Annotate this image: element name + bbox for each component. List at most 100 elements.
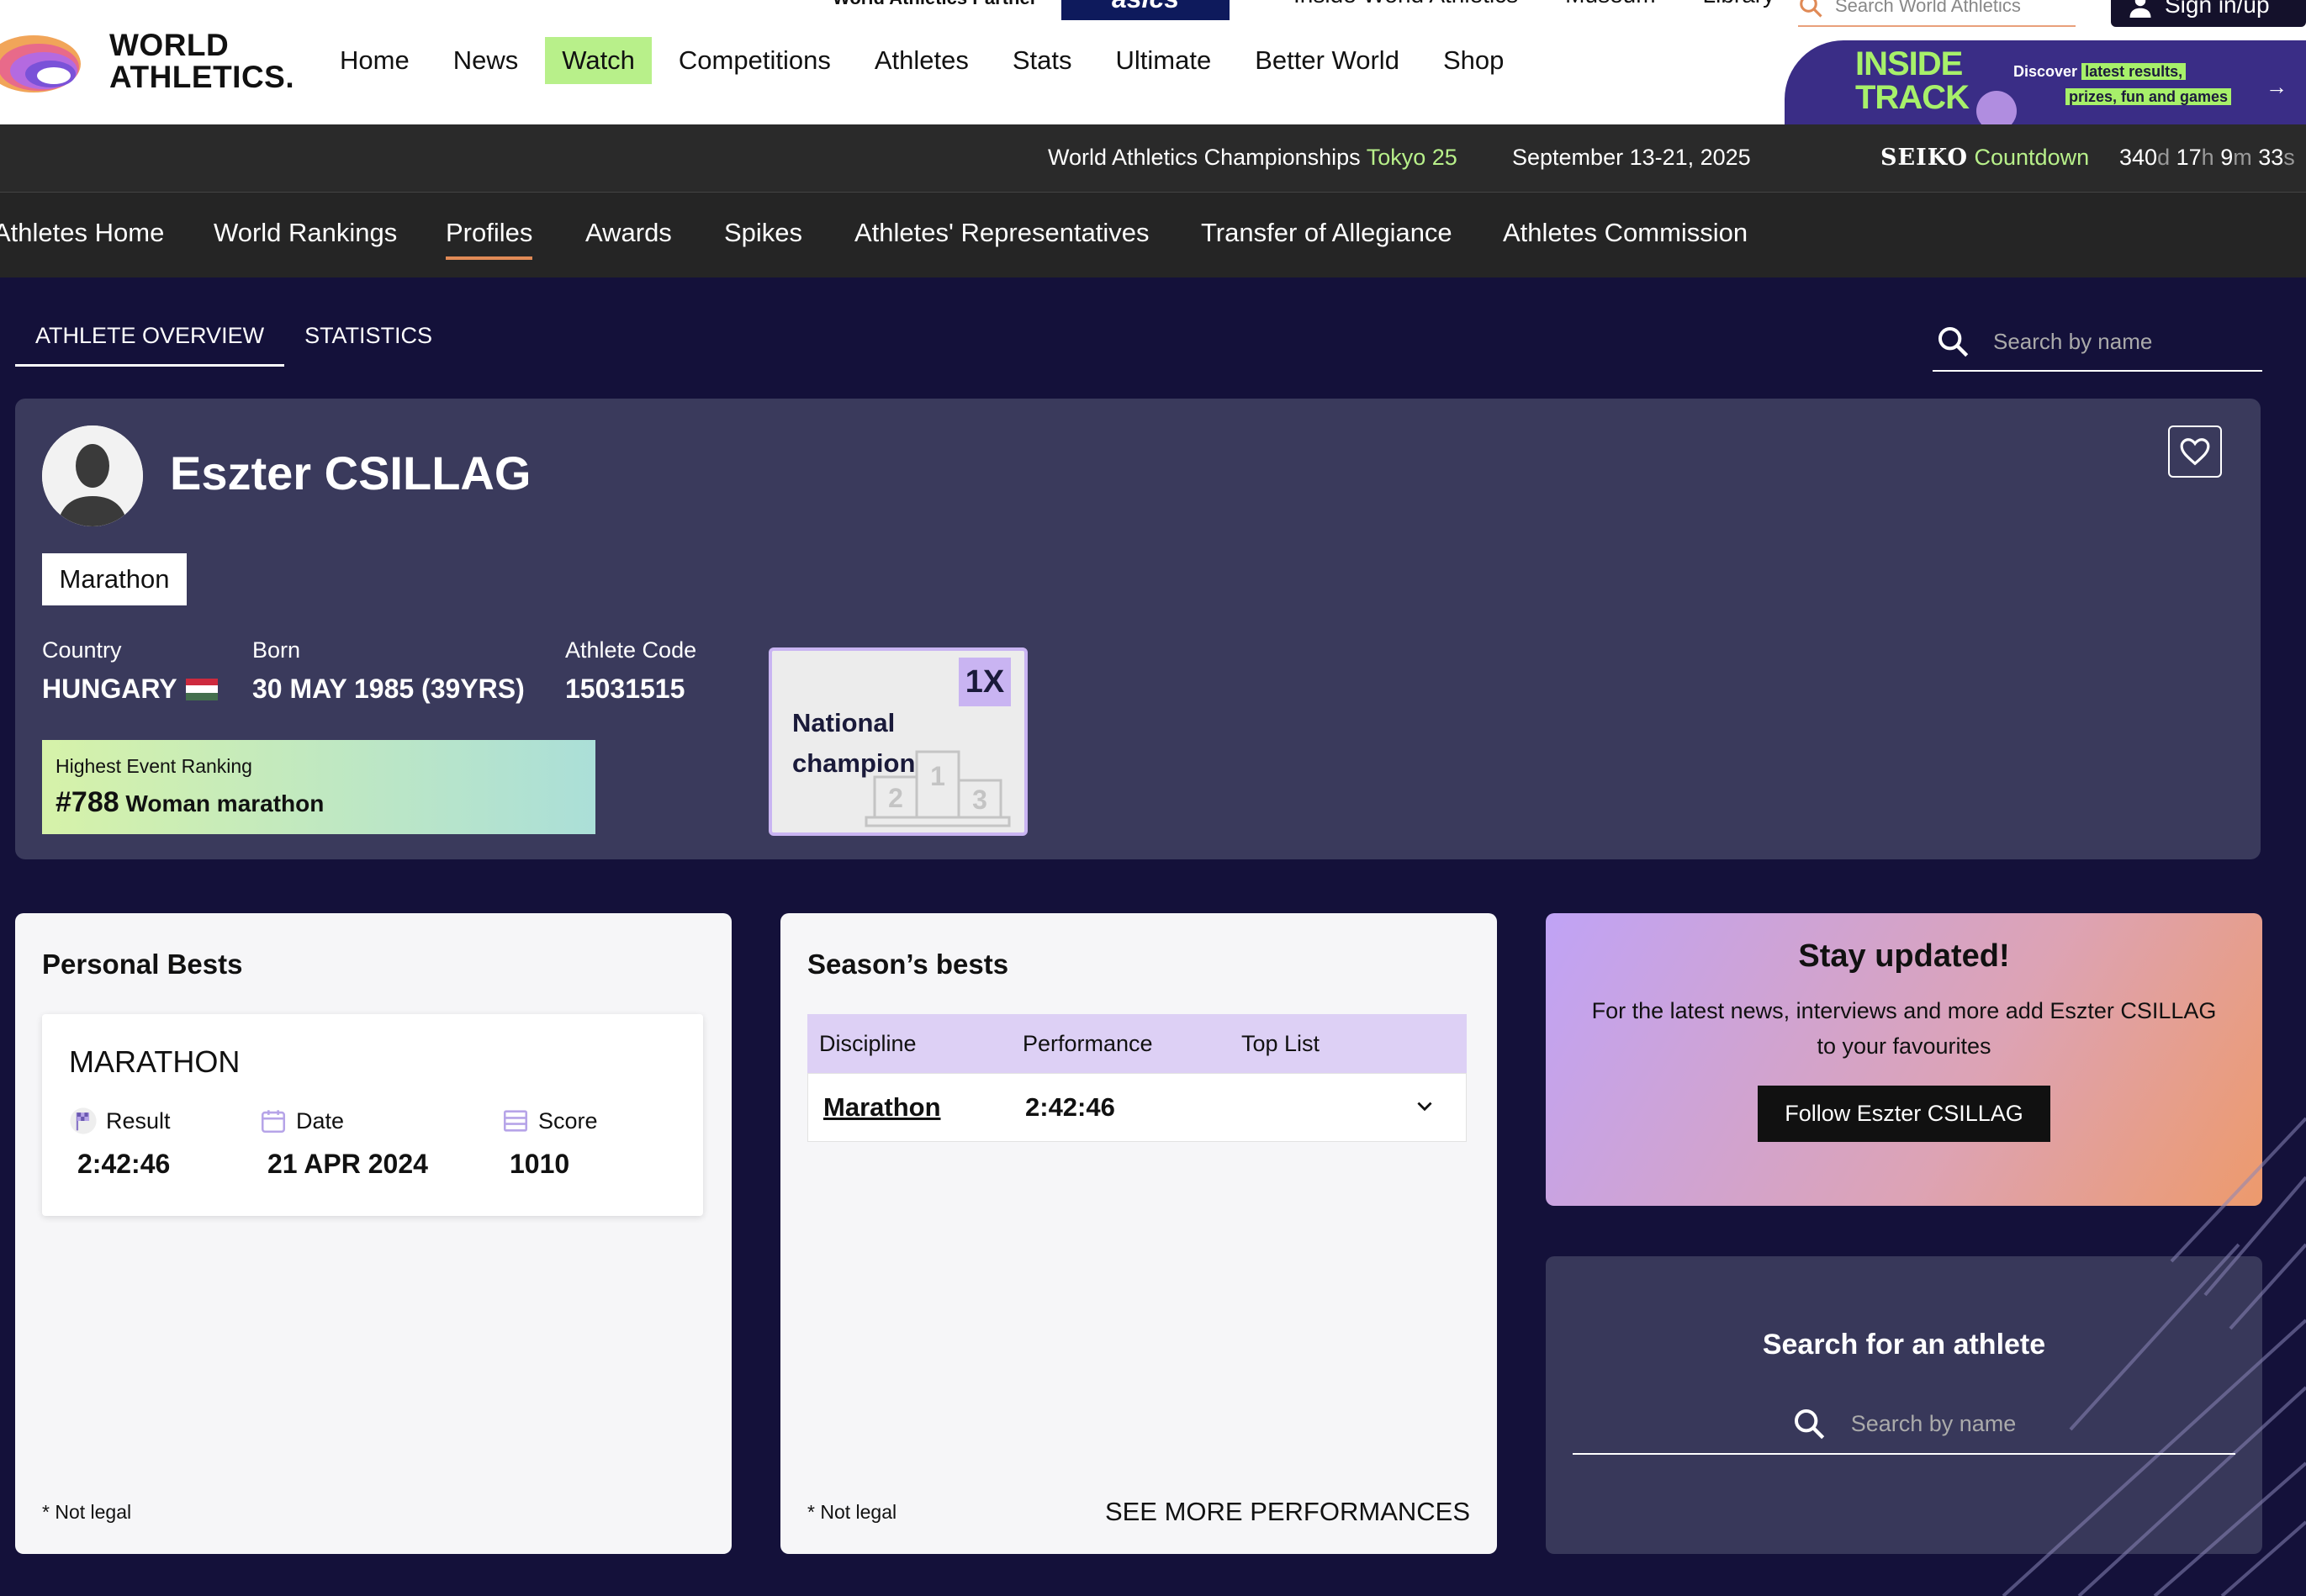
championship-event[interactable]: World Athletics Championships Tokyo 25: [1048, 145, 1457, 171]
search-icon: [1938, 327, 1969, 357]
countdown-seconds: 33: [2258, 145, 2284, 170]
subnav-athletes-commission[interactable]: Athletes Commission: [1503, 218, 1748, 248]
world-athletics-logo[interactable]: WORLD ATHLETICS.: [0, 25, 294, 98]
nav-home[interactable]: Home: [323, 37, 426, 84]
hungary-flag-icon: [185, 678, 218, 700]
personal-bests-card: Personal Bests MARATHON Result 2:42:46 D…: [15, 913, 732, 1554]
honour-count: 1X: [959, 658, 1011, 706]
site-search-placeholder: Search World Athletics: [1835, 0, 2021, 16]
nav-news[interactable]: News: [436, 37, 536, 84]
asics-logo[interactable]: asics: [1061, 0, 1230, 20]
personal-bests-title: Personal Bests: [42, 949, 243, 980]
subnav-awards[interactable]: Awards: [585, 218, 672, 248]
col-performance: Performance: [1023, 1031, 1153, 1056]
heart-icon: [2180, 438, 2210, 466]
table-row[interactable]: Marathon 2:42:46: [807, 1073, 1467, 1142]
seasons-bests-title: Season’s bests: [807, 949, 1009, 980]
subnav-world-rankings[interactable]: World Rankings: [214, 218, 397, 248]
logo-line2: ATHLETICS.: [109, 60, 295, 94]
sign-in-button[interactable]: Sign in/up: [2111, 0, 2306, 27]
subnav-athletes-representatives[interactable]: Athletes' Representatives: [854, 218, 1150, 248]
born-label: Born: [252, 637, 301, 663]
finish-flag-icon: [70, 1107, 97, 1134]
seasons-bests-table-header: Discipline Performance Top List: [807, 1014, 1467, 1073]
country-value: HUNGARY: [42, 674, 177, 704]
event-dates: September 13-21, 2025: [1512, 145, 1751, 170]
avatar: [42, 425, 143, 526]
promo-title-line1: INSIDE: [1855, 45, 1963, 82]
ball-icon: [1976, 91, 2017, 124]
world-athletics-logo-icon: [0, 35, 81, 92]
search-athlete-input[interactable]: Search by name: [1573, 1394, 2235, 1455]
score-value: 1010: [510, 1149, 570, 1179]
promo-text-prefix: Discover: [2013, 63, 2078, 80]
countdown-label: Countdown: [1974, 145, 2090, 170]
nav-ultimate[interactable]: Ultimate: [1099, 37, 1229, 84]
score-label: Score: [538, 1107, 598, 1134]
national-champion-honour[interactable]: 1X National champion 2 1 3: [769, 647, 1028, 836]
athlete-code-value: 15031515: [565, 674, 685, 704]
row-discipline-link[interactable]: Marathon: [823, 1092, 941, 1123]
podium-icon: 2 1 3: [865, 750, 1011, 827]
util-link-inside[interactable]: Inside World Athletics: [1293, 0, 1518, 8]
event-prefix: World Athletics Championships: [1048, 145, 1361, 170]
search-icon: [1794, 1409, 1824, 1440]
util-link-museum[interactable]: Museum: [1565, 0, 1655, 8]
inside-track-banner[interactable]: INSIDE TRACK Discover latest results, pr…: [1785, 40, 2306, 124]
col-discipline: Discipline: [819, 1031, 917, 1056]
promo-highlight-1: latest results,: [2081, 63, 2187, 80]
countdown-timer: 340d 17h 9m 33s: [2119, 145, 2295, 170]
ranking-event: Woman marathon: [125, 790, 325, 816]
result-label: Result: [106, 1107, 171, 1134]
main-nav: Home News Watch Competitions Athletes St…: [323, 37, 1531, 84]
nav-shop[interactable]: Shop: [1426, 37, 1521, 84]
search-athlete-placeholder: Search by name: [1850, 1410, 2017, 1436]
countdown-days: 340: [2119, 145, 2158, 170]
date-value: 21 APR 2024: [267, 1149, 428, 1179]
favourite-button[interactable]: [2168, 425, 2222, 478]
nav-stats[interactable]: Stats: [996, 37, 1089, 84]
ranking-label: Highest Event Ranking: [56, 755, 252, 777]
nav-watch[interactable]: Watch: [545, 37, 652, 84]
pb-event: MARATHON: [69, 1044, 241, 1079]
countdown-hours: 17: [2176, 145, 2202, 170]
subnav-transfer-of-allegiance[interactable]: Transfer of Allegiance: [1201, 218, 1452, 248]
result-value: 2:42:46: [77, 1149, 171, 1179]
athletes-subnav: Athletes Home World Rankings Profiles Aw…: [0, 192, 2306, 277]
country-info: Country HUNGARY: [42, 637, 218, 705]
search-athlete-card: Search for an athlete Search by name: [1546, 1256, 2262, 1554]
born-value: 30 MAY 1985 (39YRS): [252, 674, 525, 704]
nav-competitions[interactable]: Competitions: [662, 37, 848, 84]
athlete-code-info: Athlete Code 15031515: [565, 637, 696, 705]
athlete-code-label: Athlete Code: [565, 637, 697, 663]
site-search-input[interactable]: Search World Athletics: [1798, 0, 2076, 27]
tab-athlete-overview[interactable]: ATHLETE OVERVIEW: [15, 313, 285, 367]
athlete-tabs: ATHLETE OVERVIEW STATISTICS: [15, 313, 452, 367]
athlete-search-input[interactable]: Search by name: [1933, 313, 2262, 372]
follow-athlete-button[interactable]: Follow Eszter CSILLAG: [1758, 1086, 2050, 1142]
subnav-spikes[interactable]: Spikes: [724, 218, 802, 248]
search-icon: [1800, 0, 1822, 18]
utility-links: Inside World Athletics Museum Library: [1293, 0, 1774, 8]
stay-updated-card: Stay updated! For the latest news, inter…: [1546, 913, 2262, 1206]
promo-title-line2: TRACK: [1855, 79, 1970, 116]
chevron-down-icon[interactable]: [1414, 1096, 1436, 1118]
born-info: Born 30 MAY 1985 (39YRS): [252, 637, 525, 705]
user-icon: [2129, 0, 2151, 18]
podium-2: 2: [888, 783, 903, 813]
subnav-athletes-home[interactable]: Athletes Home: [0, 218, 164, 248]
calendar-icon: [261, 1110, 286, 1134]
stay-updated-title: Stay updated!: [1798, 938, 2010, 974]
athlete-profile-card: Eszter CSILLAG Marathon Country HUNGARY …: [15, 399, 2261, 859]
tab-statistics[interactable]: STATISTICS: [284, 313, 452, 367]
see-more-performances-link[interactable]: SEE MORE PERFORMANCES: [1105, 1497, 1470, 1527]
subnav-profiles[interactable]: Profiles: [446, 218, 533, 260]
athlete-search-placeholder: Search by name: [1993, 328, 2153, 354]
discipline-badge: Marathon: [42, 553, 187, 605]
util-link-library[interactable]: Library: [1703, 0, 1775, 8]
highest-event-ranking[interactable]: Highest Event Ranking #788 Woman maratho…: [42, 740, 595, 834]
nav-athletes[interactable]: Athletes: [858, 37, 986, 84]
championships-countdown-bar: World Athletics Championships Tokyo 25 S…: [0, 124, 2306, 192]
nav-better-world[interactable]: Better World: [1238, 37, 1416, 84]
arrow-right-icon: →: [2266, 74, 2287, 99]
